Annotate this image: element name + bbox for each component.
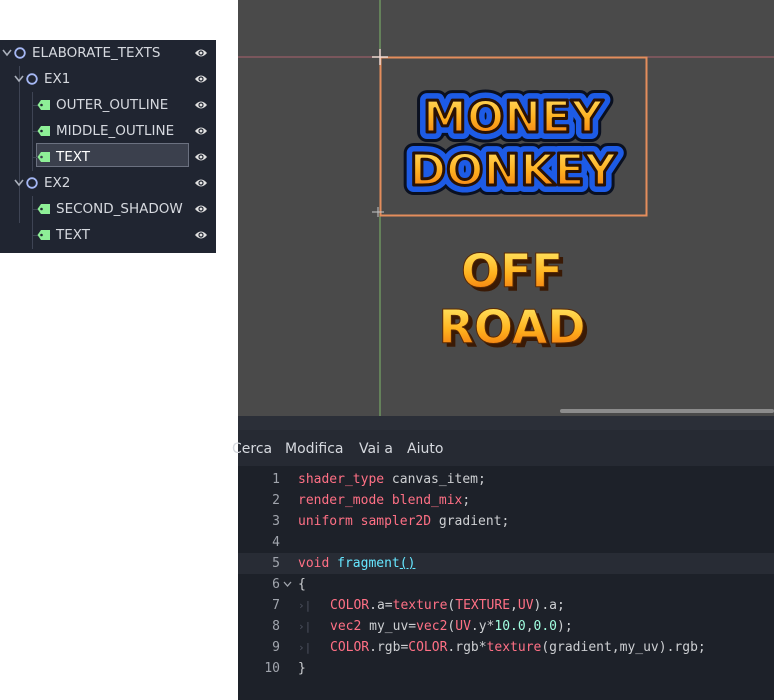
node2d-icon (26, 73, 38, 85)
code-text: uniform sampler2D gradient; (298, 514, 510, 529)
tree-item-ex2[interactable]: EX2 (0, 170, 216, 196)
canvas-viewport[interactable]: MONEY DONKEY MONEY DONKEY MONEY DONKEY O… (238, 0, 774, 416)
code-text: render_mode blend_mix; (298, 493, 471, 508)
label-node-icon (37, 152, 50, 162)
viewport-bottom-bar (238, 416, 774, 430)
visibility-eye-icon[interactable] (194, 46, 208, 60)
code-line: 2 render_mode blend_mix; (238, 490, 774, 511)
visibility-eye-icon[interactable] (194, 98, 208, 112)
code-line: 1 shader_type canvas_item; (238, 469, 774, 490)
code-text: } (298, 661, 306, 676)
line-number: 1 (272, 472, 280, 487)
label-node-icon (37, 230, 50, 240)
code-line: 4 (238, 532, 774, 553)
tree-item-label: SECOND_SHADOW (56, 201, 183, 217)
scene-tree-panel: ELABORATE_TEXTS EX1 OUTER_OUTLINE MIDDLE… (0, 40, 216, 253)
label-node-icon (37, 204, 50, 214)
tree-item-label: ELABORATE_TEXTS (32, 45, 161, 61)
code-line: 6 { (238, 574, 774, 595)
line-number: 2 (272, 493, 280, 508)
menu-search[interactable]: Cerca (232, 430, 272, 466)
code-text: void fragment() (298, 556, 416, 571)
fold-chevron-icon[interactable] (283, 581, 292, 588)
chevron-down-icon[interactable] (2, 49, 12, 57)
visibility-eye-icon[interactable] (194, 150, 208, 164)
tab-indicator-icon: ›| (298, 620, 312, 633)
line-number: 10 (264, 661, 280, 676)
tree-item-text[interactable]: TEXT (0, 222, 216, 248)
code-line: 10 } (238, 658, 774, 679)
visibility-eye-icon[interactable] (194, 228, 208, 242)
tree-item-label: TEXT (56, 227, 91, 243)
tree-item-ex1[interactable]: EX1 (0, 66, 216, 92)
visibility-eye-icon[interactable] (194, 176, 208, 190)
visibility-eye-icon[interactable] (194, 202, 208, 216)
line-number: 5 (272, 556, 280, 571)
money-text: MONEY (423, 92, 604, 143)
menu-help[interactable]: Aiuto (407, 430, 443, 466)
donkey-text: DONKEY (410, 145, 618, 196)
menu-edit[interactable]: Modifica (285, 430, 344, 466)
code-editor[interactable]: 1 shader_type canvas_item; 2 render_mode… (238, 466, 774, 700)
line-number: 8 (272, 619, 280, 634)
menu-goto[interactable]: Vai a (359, 430, 393, 466)
money-donkey-text: MONEY DONKEY MONEY DONKEY MONEY DONKEY (400, 82, 628, 206)
tree-item-label: OUTER_OUTLINE (56, 97, 169, 113)
off-text: OFF (461, 244, 563, 298)
code-text: COLOR.rgb=COLOR.rgb*texture(gradient,my_… (330, 640, 706, 655)
node2d-icon (14, 47, 26, 59)
tree-item-label: EX1 (44, 71, 71, 87)
script-editor-menubar: Cerca Modifica Vai a Aiuto (232, 430, 774, 466)
code-text: COLOR.a=texture(TEXTURE,UV).a; (330, 598, 565, 613)
line-number: 3 (272, 514, 280, 529)
code-line: 8 ›| vec2 my_uv=vec2(UV.y*10.0,0.0); (238, 616, 774, 637)
tree-item-label: EX2 (44, 175, 71, 191)
label-node-icon (37, 100, 50, 110)
tab-indicator-icon: ›| (298, 599, 312, 612)
code-text: { (298, 577, 306, 592)
pivot-cross-icon (372, 49, 388, 65)
visibility-eye-icon[interactable] (194, 124, 208, 138)
code-text: shader_type canvas_item; (298, 472, 486, 487)
viewport-canvas: MONEY DONKEY MONEY DONKEY MONEY DONKEY O… (238, 0, 774, 416)
visibility-eye-icon[interactable] (194, 72, 208, 86)
line-number: 4 (272, 535, 280, 550)
tree-item-outer-outline[interactable]: OUTER_OUTLINE (0, 92, 216, 118)
line-number: 9 (272, 640, 280, 655)
code-line: 3 uniform sampler2D gradient; (238, 511, 774, 532)
line-number: 7 (272, 598, 280, 613)
road-text: ROAD (438, 300, 585, 354)
tree-item-text-selected[interactable]: TEXT (0, 144, 216, 170)
tree-item-second-shadow[interactable]: SECOND_SHADOW (0, 196, 216, 222)
tree-item-label: TEXT (56, 149, 91, 165)
tree-item-elaborate-texts[interactable]: ELABORATE_TEXTS (0, 40, 216, 66)
tab-indicator-icon: ›| (298, 641, 312, 654)
code-line: 5 void fragment() (238, 553, 774, 574)
node2d-icon (26, 177, 38, 189)
tree-item-middle-outline[interactable]: MIDDLE_OUTLINE (0, 118, 216, 144)
label-node-icon (37, 126, 50, 136)
chevron-down-icon[interactable] (14, 179, 24, 187)
code-line: 7 ›| COLOR.a=texture(TEXTURE,UV).a; (238, 595, 774, 616)
code-text: vec2 my_uv=vec2(UV.y*10.0,0.0); (330, 619, 573, 634)
off-road-text: OFF ROAD OFF ROAD (438, 244, 590, 359)
chevron-down-icon[interactable] (14, 75, 24, 83)
horizontal-scrollbar[interactable] (560, 409, 774, 413)
tree-item-label: MIDDLE_OUTLINE (56, 123, 175, 139)
code-line: 9 ›| COLOR.rgb=COLOR.rgb*texture(gradien… (238, 637, 774, 658)
line-number: 6 (272, 577, 280, 592)
